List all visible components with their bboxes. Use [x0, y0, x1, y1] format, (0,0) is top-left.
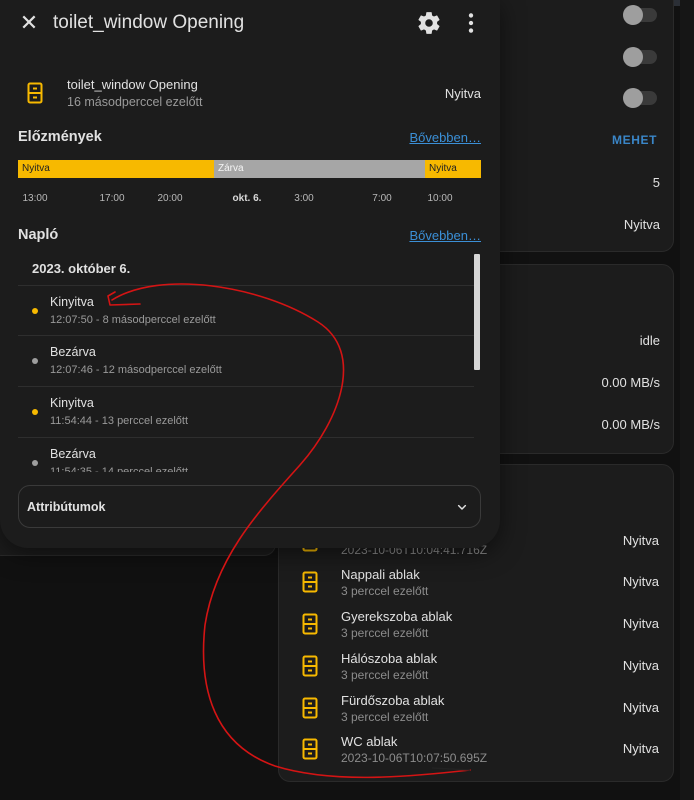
close-icon[interactable]: ✕ — [16, 10, 42, 36]
entity-state-value: Nyitva — [444, 86, 481, 101]
logbook-entry-title: Bezárva — [50, 447, 96, 461]
entity-state: Nyitva — [622, 533, 659, 548]
history-heading: Előzmények — [18, 129, 102, 145]
entity-row[interactable]: Fürdőszoba ablak 3 perccel ezelőtt Nyitva — [296, 687, 668, 729]
logbook-entry-title: Kinyitva — [50, 295, 94, 309]
axis-tick-label: 17:00 — [99, 193, 125, 204]
counter-value: 5 — [652, 175, 660, 190]
logbook-entry-time: 12:07:46 - 12 másodperccel ezelőtt — [50, 364, 222, 376]
logbook-entry-time: 11:54:44 - 13 perccel ezelőtt — [50, 415, 188, 427]
entity-secondary: 3 perccel ezelőtt — [341, 710, 429, 724]
entity-name: WC ablak — [341, 734, 398, 749]
gear-icon[interactable] — [416, 10, 442, 36]
dialog-title: toilet_window Opening — [53, 12, 245, 33]
entity-row[interactable]: Gyerekszoba ablak 3 perccel ezelőtt Nyitva — [296, 603, 668, 645]
axis-tick-label: 3:00 — [294, 193, 314, 204]
entity-name: Gyerekszoba ablak — [341, 609, 453, 624]
axis-tick-label: okt. 6. — [232, 193, 262, 204]
timeline-segment-closed[interactable]: Zárva — [214, 160, 425, 178]
state-dot-icon — [32, 358, 38, 364]
state-dot-icon — [32, 409, 38, 415]
state-dot-icon — [32, 308, 38, 314]
entity-row[interactable]: Nappali ablak 3 perccel ezelőtt Nyitva — [296, 561, 668, 603]
entity-state: Nyitva — [623, 217, 660, 232]
attributes-expander[interactable]: Attribútumok — [18, 485, 481, 528]
logbook-entry-title: Kinyitva — [50, 396, 94, 410]
entity-name: toilet_window Opening — [67, 77, 198, 92]
logbook-scrollbar[interactable] — [474, 254, 480, 370]
window-closed-icon — [302, 697, 318, 719]
entity-secondary: 3 perccel ezelőtt — [341, 668, 429, 682]
right-column-edge — [680, 0, 694, 800]
entity-state-row: toilet_window Opening 16 másodperccel ez… — [18, 72, 482, 116]
entity-name: Fürdőszoba ablak — [341, 693, 445, 708]
entity-secondary: 2023-10-06T10:07:50.695Z — [341, 751, 488, 765]
status-value: idle — [639, 333, 660, 348]
more-info-dialog: ✕ toilet_window Opening toilet_window Op… — [0, 0, 500, 548]
state-dot-icon — [32, 460, 38, 466]
entity-name: Nappali ablak — [341, 567, 420, 582]
entity-state: Nyitva — [622, 616, 659, 631]
logbook-date: 2023. október 6. — [32, 261, 131, 276]
logbook-more-link[interactable]: Bővebben… — [409, 228, 481, 243]
axis-tick-label: 20:00 — [157, 193, 183, 204]
logbook-entry[interactable]: Bezárva 11:54:35 - 14 perccel ezelőtt — [18, 437, 474, 472]
logbook-entry-time: 11:54:35 - 14 perccel ezelőtt — [50, 466, 188, 472]
entity-state: Nyitva — [622, 700, 659, 715]
logbook-heading: Napló — [18, 227, 59, 243]
entity-state: Nyitva — [622, 574, 659, 589]
axis-tick-label: 10:00 — [427, 193, 453, 204]
window-closed-icon — [302, 571, 318, 593]
toggle-switch[interactable] — [623, 88, 657, 108]
rate-value: 0.00 MB/s — [601, 375, 660, 390]
axis-tick-label: 7:00 — [372, 193, 392, 204]
dots-vertical-icon[interactable] — [458, 10, 484, 36]
logbook-entry-time: 12:07:50 - 8 másodperccel ezelőtt — [50, 314, 216, 326]
attributes-label: Attribútumok — [27, 500, 106, 514]
mehet-button[interactable]: MEHET — [612, 133, 657, 147]
entity-name: Hálószoba ablak — [341, 651, 438, 666]
window-closed-icon — [302, 655, 318, 677]
history-more-link[interactable]: Bővebben… — [409, 130, 481, 145]
entity-secondary: 3 perccel ezelőtt — [341, 626, 429, 640]
timeline-segment-open[interactable]: Nyitva — [425, 160, 481, 178]
window-closed-icon — [302, 738, 318, 760]
logbook-entry[interactable]: Kinyitva 11:54:44 - 13 perccel ezelőtt — [18, 386, 474, 437]
toggle-switch[interactable] — [623, 5, 657, 25]
axis-tick-label: 13:00 — [22, 193, 48, 204]
logbook-list: 2023. október 6. Kinyitva 12:07:50 - 8 má… — [18, 252, 482, 472]
logbook-entry-title: Bezárva — [50, 345, 96, 359]
rate-value: 0.00 MB/s — [601, 417, 660, 432]
entity-secondary: 3 perccel ezelőtt — [341, 584, 429, 598]
chevron-down-icon — [457, 504, 467, 510]
toggle-switch[interactable] — [623, 47, 657, 67]
history-timeline[interactable]: Nyitva Zárva Nyitva — [18, 160, 481, 178]
timeline-segment-open[interactable]: Nyitva — [18, 160, 214, 178]
window-closed-icon — [302, 613, 318, 635]
logbook-entry[interactable]: Bezárva 12:07:46 - 12 másodperccel ezelőt… — [18, 335, 474, 386]
window-closed-icon — [27, 82, 43, 104]
last-changed: 16 másodperccel ezelőtt — [67, 95, 203, 109]
entity-state: Nyitva — [622, 741, 659, 756]
logbook-entry[interactable]: Kinyitva 12:07:50 - 8 másodperccel ezelőt… — [18, 285, 474, 336]
entity-state: Nyitva — [622, 658, 659, 673]
entity-row[interactable]: Hálószoba ablak 3 perccel ezelőtt Nyitva — [296, 645, 668, 687]
entity-row[interactable]: WC ablak 2023-10-06T10:07:50.695Z Nyitva — [296, 728, 668, 770]
